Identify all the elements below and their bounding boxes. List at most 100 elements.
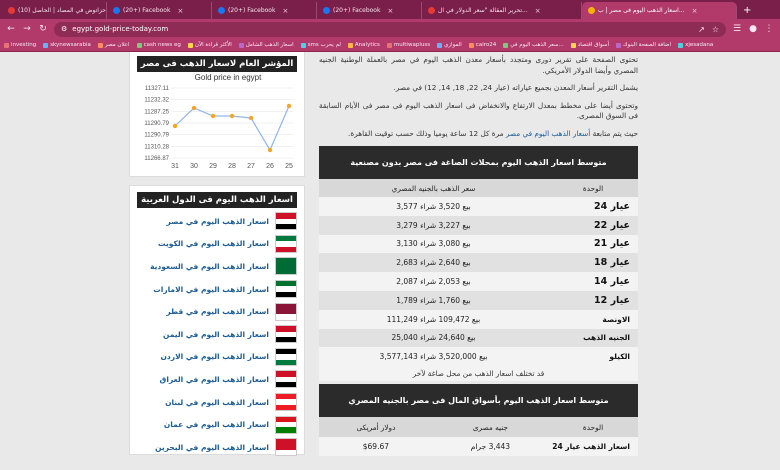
bookmark-favicon-icon: [437, 42, 443, 48]
bookmark-label: Analytics: [354, 42, 380, 48]
price-cell: بيع 24,640 شراء 25,040: [319, 328, 548, 348]
country-item[interactable]: اسعار الذهب اليوم في العراق: [137, 368, 297, 391]
country-flag-icon: [275, 415, 297, 434]
chart-ytick: 11290.79: [144, 133, 169, 139]
tab-close-icon[interactable]: ×: [177, 7, 183, 15]
browser-tab[interactable]: (20+) Facebook ×: [107, 2, 212, 19]
table-row: عيار 14 بيع 2,053 شراء 2,087: [319, 272, 638, 291]
table-header-price: سعر الذهب بالجنيه المصري: [319, 179, 548, 197]
site-info-icon[interactable]: ⚙: [61, 25, 67, 33]
retail-gold-table: الوحدة سعر الذهب بالجنيه المصري عيار 24 ب…: [319, 179, 638, 367]
unit-cell: عيار 14: [548, 272, 638, 291]
browser-tab[interactable]: تحرير المقالة "سعر الدولار في ال... ×: [422, 2, 582, 19]
chart-ytick: 11310.28: [144, 144, 169, 150]
bookmark-star-icon[interactable]: ☆: [712, 25, 719, 34]
chart-xtick: 30: [190, 163, 198, 170]
profile-icon[interactable]: ●: [748, 24, 758, 34]
price-cell: بيع 3,080 شراء 3,130: [319, 234, 548, 254]
table-header-unit: الوحدة: [548, 179, 638, 197]
country-item[interactable]: اسعار الذهب اليوم في قطر: [137, 300, 297, 323]
market-gold-table: الوحدة جنيه مصرى دولار أمريكى اسعار الذه…: [319, 417, 638, 456]
table-row: عيار 24 بيع 3,520 شراء 3,577: [319, 197, 638, 216]
back-icon[interactable]: ←: [6, 24, 16, 34]
country-link[interactable]: اسعار الذهب اليوم في السعودية: [150, 262, 269, 271]
country-link[interactable]: اسعار الذهب اليوم في قطر: [166, 307, 269, 316]
bookmark-item[interactable]: اسعار الذهب الشامل: [238, 42, 294, 48]
gold-prices-link[interactable]: أسعار الذهب اليوم في مصر: [506, 129, 590, 138]
country-link[interactable]: اسعار الذهب اليوم في لبنان: [165, 398, 269, 407]
tab-close-icon[interactable]: ×: [535, 7, 541, 15]
price-note: قد تختلف اسعار الذهب من محل صاغة لآخر: [319, 366, 638, 382]
bookmark-label: اضافة الصفحة البنوك: [622, 42, 672, 48]
table2-header-egp: جنيه مصرى: [432, 417, 548, 438]
country-link[interactable]: اسعار الذهب اليوم في اليمن: [163, 330, 269, 339]
country-flag-icon: [275, 302, 297, 321]
price-cell: بيع 3,227 شراء 3,279: [319, 215, 548, 235]
bookmark-favicon-icon: [570, 42, 576, 48]
chart-point: [229, 113, 235, 119]
bookmark-item[interactable]: Analytics: [347, 42, 380, 48]
menu-icon[interactable]: ⋮: [764, 24, 774, 34]
chart-point: [267, 147, 273, 153]
gold-price-chart: Gold price in egypt 11327.11 11232.32 11287…: [144, 73, 293, 170]
new-tab-button[interactable]: +: [737, 2, 757, 19]
country-link[interactable]: اسعار الذهب اليوم في العراق: [160, 375, 269, 384]
bookmark-item[interactable]: أسواق اقتصاد: [570, 42, 609, 48]
chart-xtick: 29: [209, 163, 217, 170]
bookmark-item[interactable]: الموازي: [437, 42, 462, 48]
bookmark-item[interactable]: سعر الذهب اليوم في...: [503, 42, 564, 48]
bookmark-item[interactable]: sms لم يحرب: [300, 42, 341, 48]
arab-countries-card: اسعار الذهب اليوم فى الدول العربية اسعار…: [129, 185, 305, 457]
country-item[interactable]: اسعار الذهب اليوم في اليمن: [137, 323, 297, 346]
country-item[interactable]: اسعار الذهب اليوم في السعودية: [137, 255, 297, 278]
country-flag-icon: [275, 234, 297, 253]
browser-tab[interactable]: (20+) Facebook ×: [317, 2, 422, 19]
country-item[interactable]: اسعار الذهب اليوم في مصر: [137, 210, 297, 233]
bookmark-item[interactable]: multiwapluss: [386, 42, 430, 48]
tab-close-icon[interactable]: ×: [282, 7, 288, 15]
table-row: عيار 22 بيع 3,227 شراء 3,279: [319, 215, 638, 235]
bookmark-item[interactable]: اعلان مصر: [97, 42, 130, 48]
karats-paragraph: يشمل التقرير أسعار المعدن بجميع عياراته …: [393, 83, 639, 92]
tab-label: (20+) Facebook: [333, 7, 381, 14]
country-link[interactable]: اسعار الذهب اليوم في الامارات: [153, 285, 269, 294]
forward-icon[interactable]: →: [22, 24, 32, 34]
country-link[interactable]: اسعار الذهب اليوم في البحرين: [155, 443, 269, 452]
unit-cell: عيار 18: [548, 253, 638, 273]
browser-tab[interactable]: (10) حزاتوض في المصاد | الحاصل...×: [2, 2, 107, 19]
country-link[interactable]: اسعار الذهب اليوم في عمان: [164, 420, 269, 429]
country-item[interactable]: اسعار الذهب اليوم في لبنان: [137, 391, 297, 414]
bookmark-item[interactable]: الأكثر قراءة الآن: [187, 42, 232, 48]
country-flag-icon: [275, 325, 297, 344]
country-item[interactable]: اسعار الذهب اليوم في البحرين: [137, 436, 297, 459]
bookmark-label: cairo24: [475, 42, 497, 48]
country-link[interactable]: اسعار الذهب اليوم في مصر: [167, 217, 269, 226]
table-row: اسعار الذهب عيار 24 3,443 جرام $69.67: [319, 437, 638, 456]
bookmark-item[interactable]: اضافة الصفحة البنوك: [615, 42, 672, 48]
country-item[interactable]: اسعار الذهب اليوم في الكويت: [137, 233, 297, 256]
reload-icon[interactable]: ↻: [38, 24, 48, 34]
bookmark-label: sms لم يحرب: [307, 42, 341, 48]
country-item[interactable]: اسعار الذهب اليوم في الامارات: [137, 278, 297, 301]
browser-tab[interactable]: (20+) Facebook ×: [212, 2, 317, 19]
browser-tab[interactable]: اسعار الذهب اليوم فى مصر | ب... ×: [582, 2, 737, 19]
unit-cell: عيار 24: [548, 197, 638, 216]
bookmark-item[interactable]: skynewsarabia: [43, 42, 91, 48]
bookmark-favicon-icon: [678, 42, 684, 48]
country-link[interactable]: اسعار الذهب اليوم في الاردن: [161, 352, 270, 361]
bookmark-label: skynewsarabia: [50, 42, 91, 48]
bookmark-item[interactable]: cairo24: [468, 42, 497, 48]
tab-close-icon[interactable]: ×: [387, 7, 393, 15]
share-icon[interactable]: ↗: [698, 25, 705, 34]
bookmark-item[interactable]: cash news eg: [136, 42, 181, 48]
country-item[interactable]: اسعار الذهب اليوم في عمان: [137, 413, 297, 436]
country-item[interactable]: اسعار الذهب اليوم في الاردن: [137, 346, 297, 369]
extensions-icon[interactable]: ☰: [732, 24, 742, 34]
country-link[interactable]: اسعار الذهب اليوم في الكويت: [158, 239, 269, 248]
bookmark-item[interactable]: investing: [4, 42, 36, 48]
tab-close-icon[interactable]: ×: [692, 7, 698, 15]
bookmark-item[interactable]: xjesadana: [678, 42, 713, 48]
countries-card-title: اسعار الذهب اليوم فى الدول العربية: [137, 192, 297, 208]
egp-cell: 3,443 جرام: [432, 437, 548, 456]
url-field[interactable]: ⚙ egypt.gold-price-today.com ↗ ☆: [54, 21, 726, 37]
